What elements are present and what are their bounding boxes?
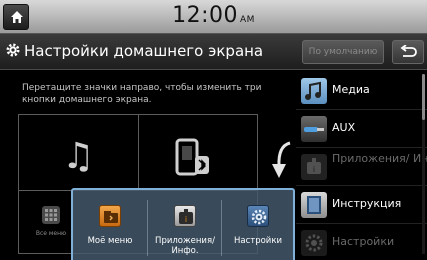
instruction-text: Перетащите значки направо, чтобы изменит… <box>22 83 262 105</box>
popup-item-apps-info[interactable]: i Приложения/ Инфо. <box>148 190 222 260</box>
apps-info-icon: i <box>174 205 196 227</box>
list-item-label: Приложения/ Инфо. <box>332 152 427 165</box>
settings-icon <box>247 205 269 227</box>
aux-icon <box>301 116 327 142</box>
title-bar: Настройки домашнего экрана По умолчанию <box>0 34 427 70</box>
manual-icon <box>301 192 327 218</box>
list-item-label: Настройки <box>332 235 395 248</box>
list-item-settings: Настройки <box>296 224 427 260</box>
popup-item-label: Настройки <box>233 236 282 246</box>
page-title: Настройки домашнего экрана <box>24 42 264 60</box>
back-arrow-icon <box>400 45 417 57</box>
list-item-aux[interactable]: AUX <box>296 110 427 148</box>
list-item-label: AUX <box>332 121 356 134</box>
phone-bluetooth-icon[interactable] <box>174 138 218 182</box>
back-button[interactable] <box>392 40 424 64</box>
available-items-list: Медиа AUX i Приложения/ Инфо. Инструкция… <box>296 72 427 260</box>
settings-icon <box>301 230 327 256</box>
list-item-media[interactable]: Медиа <box>296 72 427 110</box>
status-bar: 12:00 AM <box>0 0 427 34</box>
music-note-icon[interactable]: ♫ <box>62 136 94 177</box>
all-menu-button[interactable]: Все меню <box>34 206 68 237</box>
curved-arrow-icon <box>272 141 291 178</box>
list-item-label: Медиа <box>332 83 370 96</box>
grid-divider <box>138 114 139 190</box>
apps-info-icon: i <box>301 154 327 180</box>
all-menu-label: Все меню <box>35 230 67 237</box>
popup-item-label: Приложения/ Инфо. <box>155 236 215 256</box>
clock-ampm: AM <box>239 15 255 25</box>
gear-icon <box>6 43 20 57</box>
popup-item-my-menu[interactable]: Моё меню <box>73 190 147 260</box>
popup-item-label: Моё меню <box>87 236 133 246</box>
list-item-manual[interactable]: Инструкция <box>296 186 427 224</box>
svg-text:i: i <box>185 215 187 224</box>
list-item-label: Инструкция <box>332 197 402 210</box>
clock: 12:00 AM <box>0 3 427 28</box>
svg-text:i: i <box>313 165 315 174</box>
popup-item-settings[interactable]: Настройки <box>221 190 295 260</box>
clock-time: 12:00 <box>172 3 238 28</box>
scrollbar-thumb[interactable] <box>422 74 425 120</box>
my-menu-icon <box>99 205 121 227</box>
media-icon <box>301 78 327 104</box>
grid-menu-icon <box>42 206 60 224</box>
default-button[interactable]: По умолчанию <box>302 40 384 64</box>
list-item-apps-info: i Приложения/ Инфо. <box>296 148 427 186</box>
home-buttons-popup: Моё меню i Приложения/ Инфо. Настройки <box>71 188 295 260</box>
